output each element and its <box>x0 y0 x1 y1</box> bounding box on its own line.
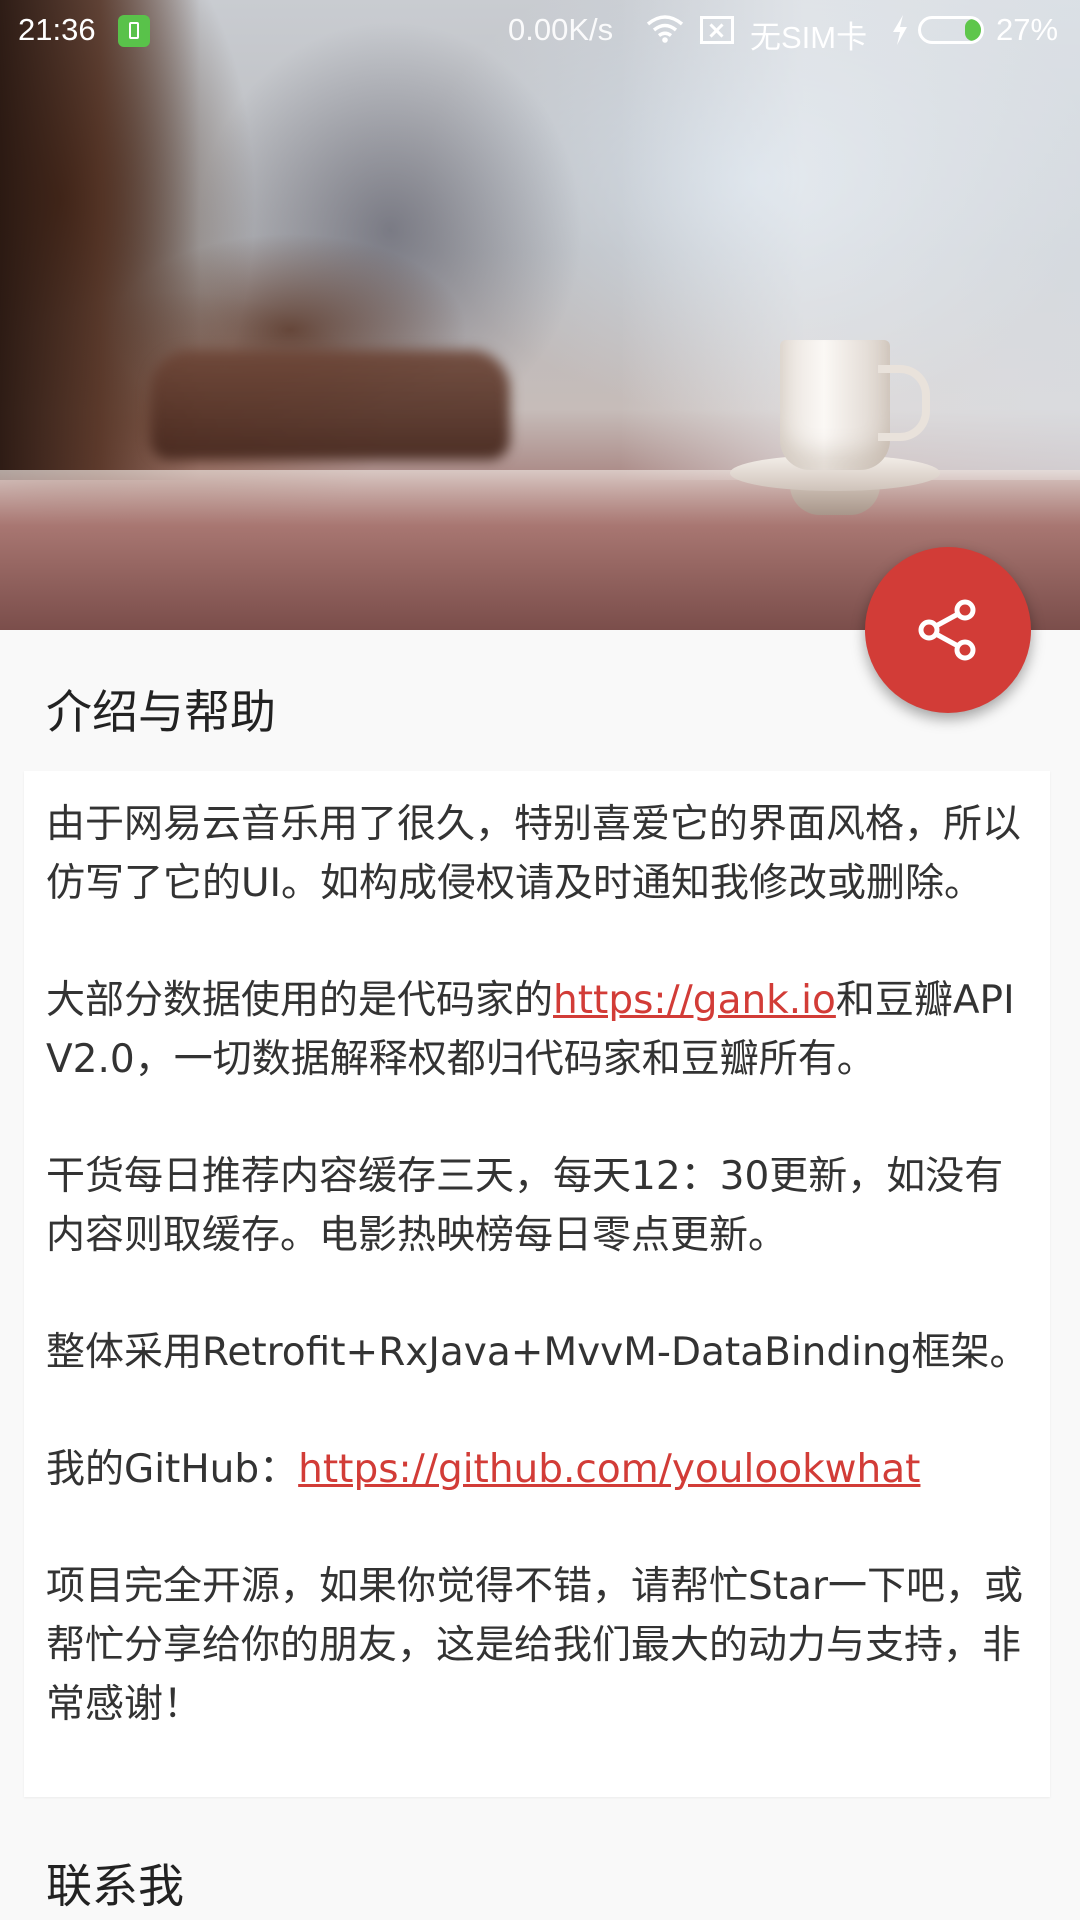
charging-icon <box>893 15 907 45</box>
header-image-cup-handle <box>878 365 930 441</box>
github-label: 我的GitHub： <box>46 1447 299 1492</box>
header-image-cup <box>780 340 890 470</box>
status-time: 21:36 <box>18 12 96 47</box>
status-bar: 21:36 0.00K/s 无SIM卡 27% <box>0 0 1080 60</box>
header-image-books <box>150 350 510 460</box>
intro-text: 由于网易云音乐用了很久，特别喜爱它的界面风格，所以仿写了它的UI。如构成侵权请及… <box>46 795 1036 1734</box>
network-speed: 0.00K/s <box>508 12 614 47</box>
contact-section-title: 联系我 <box>46 1859 184 1913</box>
sim-status: 无SIM卡 <box>750 20 868 55</box>
wifi-icon <box>646 15 684 43</box>
github-link[interactable]: https://github.com/youlookwhat <box>298 1447 920 1492</box>
screen: 21:36 0.00K/s 无SIM卡 27% 介绍与帮助 由于网易云音乐用了很… <box>0 0 1080 1920</box>
battery-icon <box>918 16 984 44</box>
intro-paragraph-2: 大部分数据使用的是代码家的https://gank.io和豆瓣APIV2.0，一… <box>46 971 1036 1089</box>
intro-paragraph-6: 项目完全开源，如果你觉得不错，请帮忙Star一下吧，或帮忙分享给你的朋友，这是给… <box>46 1564 1023 1727</box>
intro-paragraph-1: 由于网易云音乐用了很久，特别喜爱它的界面风格，所以仿写了它的UI。如构成侵权请及… <box>46 802 1022 906</box>
intro-card: 由于网易云音乐用了很久，特别喜爱它的界面风格，所以仿写了它的UI。如构成侵权请及… <box>24 771 1050 1797</box>
header-image <box>0 0 1080 630</box>
share-icon <box>918 599 976 661</box>
intro-paragraph-3: 干货每日推荐内容缓存三天，每天12：30更新，如没有内容则取缓存。电影热映榜每日… <box>46 1154 1004 1258</box>
intro-paragraph-4: 整体采用Retrofit+RxJava+MvvM-DataBinding框架。 <box>46 1330 1029 1375</box>
intro-paragraph-2-text: 大部分数据使用的是代码家的 <box>46 978 554 1023</box>
battery-fill <box>964 19 981 41</box>
no-sim-icon <box>700 16 734 44</box>
battery-percent: 27% <box>996 12 1059 47</box>
intro-paragraph-5: 我的GitHub：https://github.com/youlookwhat <box>46 1440 1036 1499</box>
intro-section-title: 介绍与帮助 <box>46 685 276 739</box>
gank-link[interactable]: https://gank.io <box>553 978 836 1023</box>
share-button[interactable] <box>865 547 1031 713</box>
app-notification-icon <box>118 15 150 47</box>
